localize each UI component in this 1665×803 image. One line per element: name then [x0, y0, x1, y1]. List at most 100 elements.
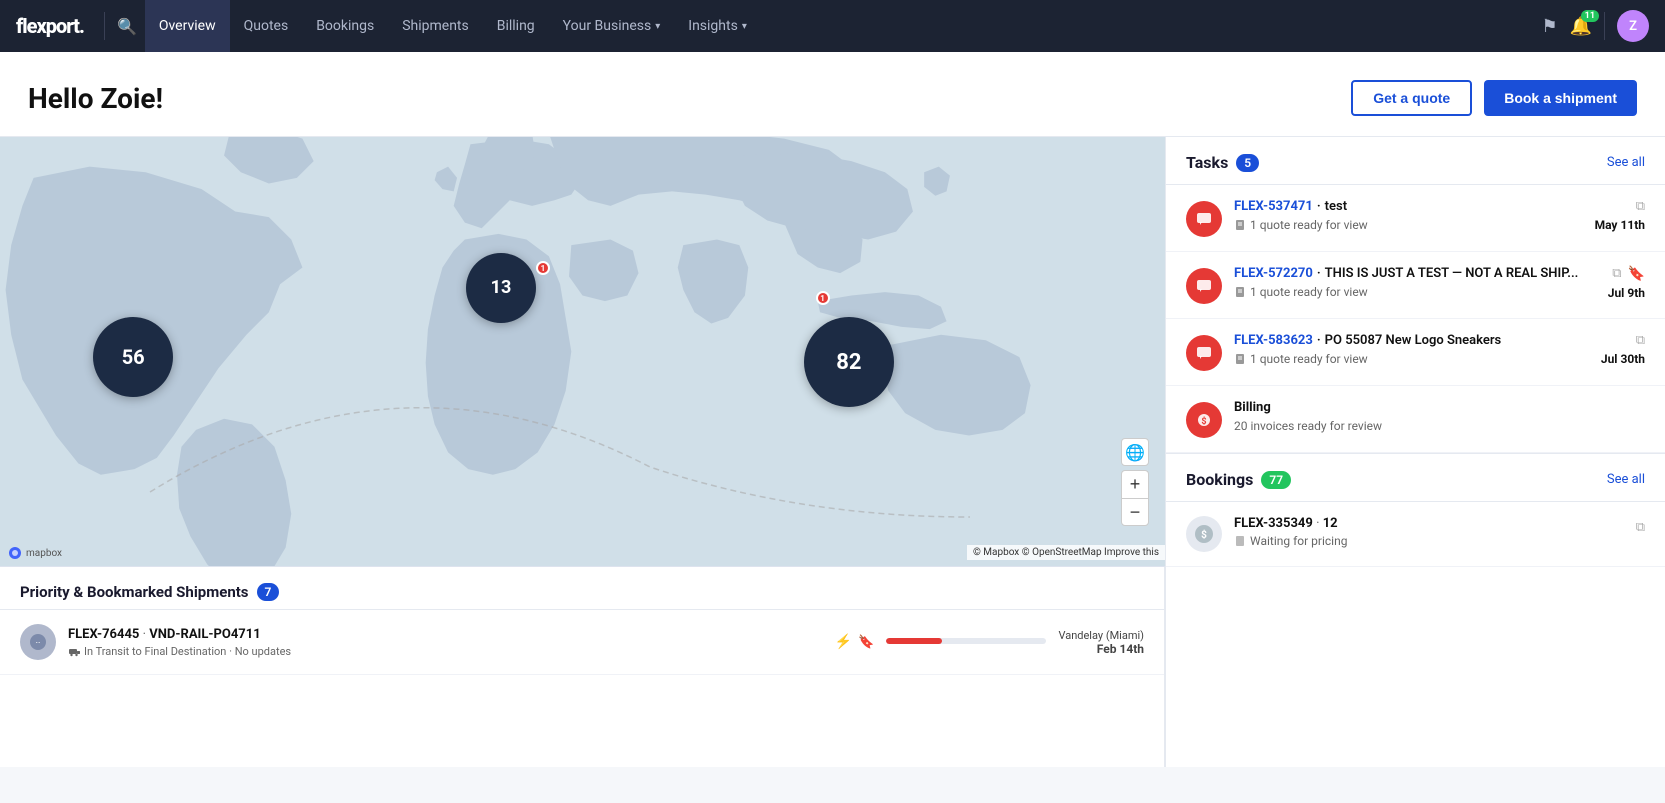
task-3-subtitle: 1 quote ready for view: [1234, 352, 1589, 366]
document-icon: [1234, 219, 1246, 231]
zoom-out-button[interactable]: −: [1121, 498, 1149, 526]
copy-icon-3[interactable]: ⧉: [1636, 333, 1645, 348]
map-attribution: © Mapbox © OpenStreetMap Improve this: [967, 545, 1165, 560]
task-billing-icon: $: [1186, 402, 1222, 438]
shipment-actions: ⚡ 🔖: [835, 634, 875, 650]
chevron-down-icon: ▾: [655, 21, 660, 32]
priority-count-badge: 7: [257, 583, 280, 601]
navbar: flexport. 🔍 Overview Quotes Bookings Shi…: [0, 0, 1665, 52]
document-icon-3: [1234, 353, 1246, 365]
task-item-flex-537471: FLEX-537471 · test 1 quote ready for vie…: [1166, 185, 1665, 252]
shipment-meta: Vandelay (Miami) Feb 14th: [1058, 629, 1144, 656]
zoom-in-button[interactable]: +: [1121, 470, 1149, 498]
navbar-nav: Overview Quotes Bookings Shipments Billi…: [145, 0, 1542, 52]
map-bubble-europe[interactable]: 13: [466, 253, 536, 323]
header-row: Hello Zoie! Get a quote Book a shipment: [0, 52, 1665, 137]
task-item-flex-583623: FLEX-583623 · PO 55087 New Logo Sneakers…: [1166, 319, 1665, 386]
task-item-billing: $ Billing 20 invoices ready for review: [1166, 386, 1665, 453]
world-map-svg: [0, 137, 1165, 566]
task-1-subtitle: 1 quote ready for view: [1234, 218, 1583, 232]
nav-item-bookings[interactable]: Bookings: [302, 0, 388, 52]
priority-shipments-section: Priority & Bookmarked Shipments 7 ·· FLE…: [0, 567, 1165, 767]
page-title: Hello Zoie!: [28, 82, 163, 115]
search-icon[interactable]: 🔍: [117, 17, 137, 36]
tasks-panel-header: Tasks 5 See all: [1166, 137, 1665, 185]
priority-section-header: Priority & Bookmarked Shipments 7: [0, 567, 1164, 610]
document-icon-booking: [1234, 535, 1246, 547]
shipment-content: FLEX-76445 · VND-RAIL-PO4711 In Transit …: [68, 627, 823, 658]
task-billing-subtitle: 20 invoices ready for review: [1234, 419, 1645, 433]
bookings-count-badge: 77: [1261, 471, 1291, 489]
bookmark-filled-icon[interactable]: 🔖: [1628, 266, 1645, 282]
map-alert-asia: 1: [816, 291, 830, 305]
mapbox-logo: mapbox: [8, 546, 62, 560]
map-globe-button[interactable]: 🌐: [1121, 438, 1149, 466]
nav-right: ⚑ 🔔 11 Z: [1541, 10, 1649, 42]
task-chat-icon-2: [1186, 268, 1222, 304]
priority-section-title: Priority & Bookmarked Shipments 7: [20, 583, 279, 601]
booking-actions: ⧉: [1636, 516, 1645, 535]
map-container: 56 13 82 1 1 🌐 + −: [0, 137, 1165, 567]
task-1-title: FLEX-537471 · test: [1234, 199, 1583, 214]
task-3-content: FLEX-583623 · PO 55087 New Logo Sneakers…: [1234, 333, 1589, 366]
bookings-panel-title: Bookings 77: [1186, 470, 1291, 489]
booking-id: FLEX-335349 · 12: [1234, 516, 1624, 531]
task-billing-title: Billing: [1234, 400, 1645, 415]
shipment-id: FLEX-76445 · VND-RAIL-PO4711: [68, 627, 823, 642]
task-2-content: FLEX-572270 · THIS IS JUST A TEST — NOT …: [1234, 266, 1596, 299]
nav-item-overview[interactable]: Overview: [145, 0, 230, 52]
right-column: Tasks 5 See all FLEX-537471 · test 1 quo…: [1165, 137, 1665, 767]
header-actions: Get a quote Book a shipment: [1351, 80, 1637, 116]
bookmark-icon[interactable]: 🔖: [858, 635, 874, 650]
map-bubble-asia[interactable]: 82: [804, 317, 894, 407]
task-1-content: FLEX-537471 · test 1 quote ready for vie…: [1234, 199, 1583, 232]
lightning-icon: ⚡: [835, 634, 852, 650]
shipment-progress: [886, 638, 1046, 646]
shipment-avatar: ··: [20, 624, 56, 660]
nav-item-insights[interactable]: Insights ▾: [674, 0, 761, 52]
task-chat-icon-3: [1186, 335, 1222, 371]
truck-icon: [68, 645, 80, 657]
tasks-see-all-link[interactable]: See all: [1607, 155, 1645, 170]
nav-item-your-business[interactable]: Your Business ▾: [549, 0, 675, 52]
chevron-down-icon: ▾: [742, 21, 747, 32]
get-quote-button[interactable]: Get a quote: [1351, 80, 1472, 116]
task-3-right: ⧉ Jul 30th: [1601, 333, 1645, 366]
booking-dollar-icon: $: [1186, 516, 1222, 552]
progress-bar-bg: [886, 638, 1046, 644]
map-zoom-controls: + −: [1121, 470, 1149, 526]
user-avatar[interactable]: Z: [1617, 10, 1649, 42]
left-column: 56 13 82 1 1 🌐 + −: [0, 137, 1165, 767]
svg-text:$: $: [1201, 528, 1207, 541]
main-layout: 56 13 82 1 1 🌐 + −: [0, 137, 1665, 767]
task-2-right: ⧉ 🔖 Jul 9th: [1608, 266, 1645, 300]
bookings-see-all-link[interactable]: See all: [1607, 472, 1645, 487]
tasks-panel-title: Tasks 5: [1186, 153, 1259, 172]
task-2-subtitle: 1 quote ready for view: [1234, 285, 1596, 299]
tasks-count-badge: 5: [1236, 154, 1259, 172]
divider: [1604, 12, 1605, 40]
progress-bar-fill: [886, 638, 942, 644]
document-icon-2: [1234, 286, 1246, 298]
copy-icon-2[interactable]: ⧉: [1612, 266, 1621, 282]
bookings-panel-header: Bookings 77 See all: [1166, 454, 1665, 502]
booking-335349-content: FLEX-335349 · 12 Waiting for pricing: [1234, 516, 1624, 548]
logo[interactable]: flexport.: [16, 14, 84, 38]
flag-icon[interactable]: ⚑: [1541, 16, 1557, 37]
shipment-row: ·· FLEX-76445 · VND-RAIL-PO4711 In Trans…: [0, 610, 1164, 675]
task-item-flex-572270: FLEX-572270 · THIS IS JUST A TEST — NOT …: [1166, 252, 1665, 319]
copy-icon[interactable]: ⧉: [1636, 199, 1645, 214]
task-3-title: FLEX-583623 · PO 55087 New Logo Sneakers: [1234, 333, 1589, 348]
nav-item-billing[interactable]: Billing: [483, 0, 549, 52]
task-chat-icon: [1186, 201, 1222, 237]
nav-item-quotes[interactable]: Quotes: [230, 0, 303, 52]
notification-badge: 11: [1581, 10, 1599, 22]
notifications-icon[interactable]: 🔔 11: [1570, 16, 1592, 37]
task-billing-content: Billing 20 invoices ready for review: [1234, 400, 1645, 433]
nav-item-shipments[interactable]: Shipments: [388, 0, 483, 52]
shipment-status: In Transit to Final Destination · No upd…: [68, 645, 823, 658]
bookmark-booking-icon[interactable]: ⧉: [1636, 520, 1645, 535]
book-shipment-button[interactable]: Book a shipment: [1484, 80, 1637, 116]
booking-item-335349: $ FLEX-335349 · 12 Waiting for pricing ⧉: [1166, 502, 1665, 567]
map-bubble-americas[interactable]: 56: [93, 317, 173, 397]
